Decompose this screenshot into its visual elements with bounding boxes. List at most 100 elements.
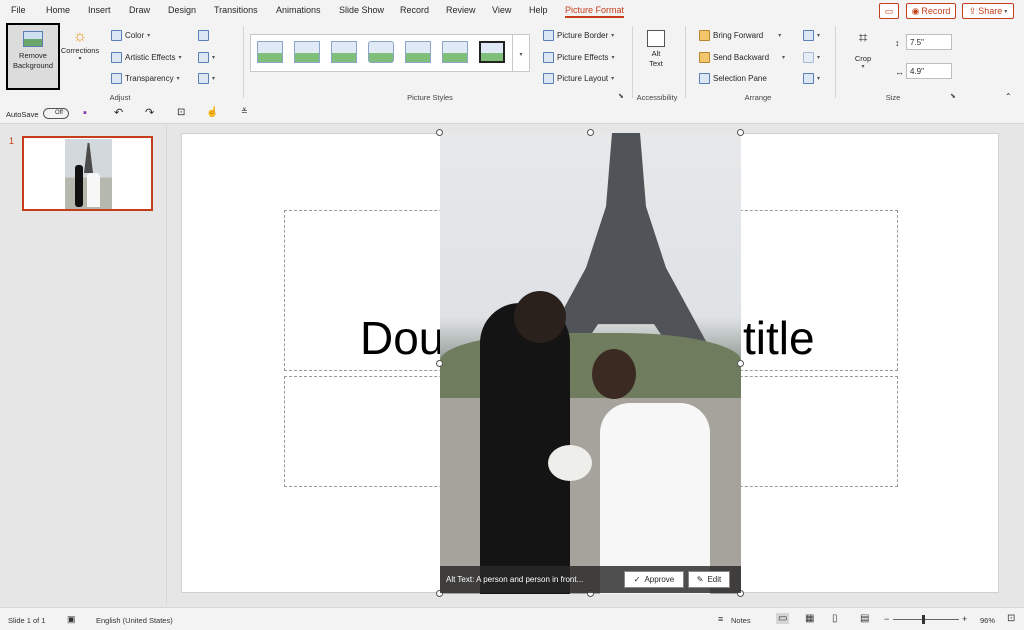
- resize-handle-top-left[interactable]: [436, 129, 443, 136]
- width-icon: ↔: [895, 67, 904, 77]
- selected-photo[interactable]: [440, 133, 741, 594]
- resize-handle-left[interactable]: [436, 360, 443, 367]
- slideshow-icon[interactable]: ▤: [860, 613, 869, 624]
- collapse-ribbon-icon[interactable]: ⌃: [1005, 92, 1012, 101]
- tab-home[interactable]: Home: [46, 5, 70, 15]
- picture-styles-launcher-icon[interactable]: ⬊: [618, 92, 624, 100]
- artistic-effects-button[interactable]: Artistic Effects ▾: [111, 52, 182, 63]
- autosave-toggle[interactable]: Off: [43, 108, 69, 119]
- tab-slide-show[interactable]: Slide Show: [339, 5, 384, 15]
- tab-draw[interactable]: Draw: [129, 5, 150, 15]
- corrections-button[interactable]: ☼ Corrections ▾: [60, 28, 100, 62]
- picture-style-2[interactable]: [294, 41, 320, 63]
- tab-help[interactable]: Help: [529, 5, 548, 15]
- resize-handle-right[interactable]: [737, 360, 744, 367]
- picture-style-1[interactable]: [257, 41, 283, 63]
- tab-animations[interactable]: Animations: [276, 5, 321, 15]
- bring-forward-button[interactable]: Bring Forward ▾: [699, 30, 781, 41]
- tab-review[interactable]: Review: [446, 5, 476, 15]
- zoom-out-button[interactable]: −: [884, 614, 889, 624]
- reading-view-icon[interactable]: ▯: [832, 613, 838, 624]
- group-icon: [803, 52, 814, 63]
- group-objects-button[interactable]: ▾: [803, 52, 820, 63]
- tab-view[interactable]: View: [492, 5, 511, 15]
- edit-button[interactable]: ✎ Edit: [688, 571, 730, 588]
- color-icon: [111, 30, 122, 41]
- slide-thumbnail-pane: 1: [0, 125, 167, 605]
- height-input[interactable]: 7.5": [906, 34, 952, 50]
- share-button[interactable]: ⇪ Share ▾: [962, 3, 1014, 19]
- thumbnail-photo: [65, 139, 112, 209]
- change-picture-button[interactable]: ▾: [198, 52, 215, 63]
- gallery-more-button[interactable]: ▾: [512, 34, 530, 72]
- groom-head-shape: [514, 291, 566, 343]
- tab-design[interactable]: Design: [168, 5, 196, 15]
- fit-to-window-icon[interactable]: ⊡: [1007, 613, 1015, 624]
- undo-icon[interactable]: ↶: [114, 106, 123, 119]
- remove-background-button[interactable]: Remove Background: [6, 23, 60, 90]
- picture-style-3[interactable]: [331, 41, 357, 63]
- normal-view-icon[interactable]: ▭: [776, 613, 790, 624]
- picture-border-icon: [543, 30, 554, 41]
- picture-layout-button[interactable]: Picture Layout ▾: [543, 73, 614, 84]
- align-button[interactable]: ▾: [803, 30, 820, 41]
- redo-icon[interactable]: ↷: [145, 106, 154, 119]
- artistic-effects-icon: [111, 52, 122, 63]
- zoom-level[interactable]: 96%: [980, 616, 995, 625]
- bride-head-shape: [592, 349, 636, 399]
- group-label-picture-styles: Picture Styles: [407, 93, 453, 102]
- reset-picture-button[interactable]: ▾: [198, 73, 215, 84]
- zoom-slider-thumb[interactable]: [922, 615, 925, 624]
- comments-button[interactable]: ▭: [879, 3, 899, 19]
- resize-handle-top[interactable]: [587, 129, 594, 136]
- alt-text-bar: Alt Text: A person and person in front..…: [440, 566, 741, 593]
- picture-style-7[interactable]: [479, 41, 505, 63]
- picture-border-button[interactable]: Picture Border ▾: [543, 30, 614, 41]
- notes-icon[interactable]: ≡: [718, 614, 723, 624]
- width-input[interactable]: 4.9": [906, 63, 952, 79]
- present-icon[interactable]: ⊡: [177, 107, 185, 118]
- record-button[interactable]: ◉ Record: [906, 3, 956, 19]
- save-icon[interactable]: ▪: [83, 107, 87, 119]
- share-icon: ⇪: [968, 5, 977, 16]
- compress-pictures-button[interactable]: [198, 30, 209, 41]
- picture-style-6[interactable]: [442, 41, 468, 63]
- slide-title-right: title: [743, 312, 815, 364]
- compress-icon: [198, 30, 209, 41]
- slide-count: Slide 1 of 1: [8, 616, 46, 625]
- rotate-button[interactable]: ▾: [803, 73, 820, 84]
- remove-background-icon: [23, 31, 43, 47]
- color-button[interactable]: Color ▾: [111, 30, 150, 41]
- send-backward-button[interactable]: Send Backward ▾: [699, 52, 785, 63]
- zoom-in-button[interactable]: +: [962, 614, 967, 624]
- touch-mode-icon[interactable]: ☝: [206, 107, 218, 118]
- picture-style-4[interactable]: [368, 41, 394, 63]
- tab-insert[interactable]: Insert: [88, 5, 111, 15]
- thumbnail-number: 1: [9, 136, 15, 146]
- tab-picture-format[interactable]: Picture Format: [565, 5, 625, 18]
- selection-pane-button[interactable]: Selection Pane: [699, 73, 767, 84]
- spell-check-icon[interactable]: ▣: [67, 614, 76, 625]
- group-label-arrange: Arrange: [744, 93, 772, 102]
- resize-handle-top-right[interactable]: [737, 129, 744, 136]
- slide-sorter-icon[interactable]: ▦: [805, 613, 814, 624]
- picture-effects-button[interactable]: Picture Effects ▾: [543, 52, 614, 63]
- comment-icon: ▭: [884, 5, 894, 16]
- language-label[interactable]: English (United States): [96, 616, 173, 625]
- size-launcher-icon[interactable]: ⬊: [950, 92, 956, 100]
- picture-style-5[interactable]: [405, 41, 431, 63]
- crop-button[interactable]: ⌗ Crop ▾: [850, 30, 876, 70]
- picture-effects-icon: [543, 52, 554, 63]
- approve-button[interactable]: ✓ Approve: [624, 571, 684, 588]
- alt-text-button[interactable]: Alt Text: [640, 30, 672, 69]
- notes-button[interactable]: Notes: [731, 616, 751, 625]
- tab-record[interactable]: Record: [400, 5, 429, 15]
- transparency-button[interactable]: Transparency ▾: [111, 73, 180, 84]
- customize-qat-icon[interactable]: ≚: [241, 107, 248, 116]
- autosave-label: AutoSave: [6, 110, 39, 119]
- send-backward-icon: [699, 52, 710, 63]
- tab-transitions[interactable]: Transitions: [214, 5, 258, 15]
- slide-thumbnail[interactable]: [22, 136, 153, 211]
- zoom-slider[interactable]: [893, 619, 959, 620]
- tab-file[interactable]: File: [11, 5, 26, 15]
